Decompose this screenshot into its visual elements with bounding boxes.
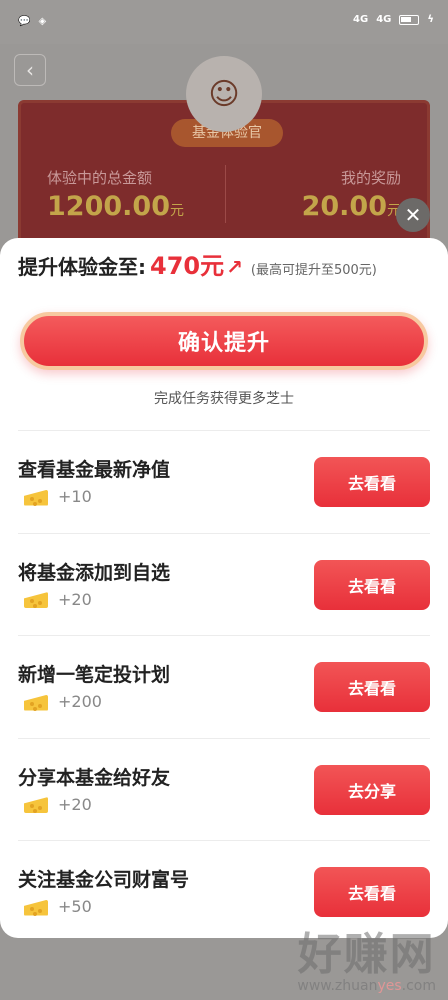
headline-label: 提升体验金至: <box>18 255 146 279</box>
total-amount-value: 1200.00元 <box>47 191 184 222</box>
task-action-button[interactable]: 去分享 <box>314 764 430 815</box>
cheese-icon <box>24 795 48 813</box>
task-hint: 完成任务获得更多芝士 <box>154 391 294 407</box>
task-item: 查看基金最新净值 +10 去看看 <box>18 430 430 533</box>
task-action-button[interactable]: 去看看 <box>314 457 430 507</box>
reward-value: 20.00元 <box>301 191 401 222</box>
task-reward: +50 <box>24 897 92 916</box>
watermark-title: 好赚网 <box>297 929 436 980</box>
task-item: 新增一笔定投计划 +200 去看看 <box>18 635 430 738</box>
task-action-button[interactable]: 去看看 <box>314 559 430 610</box>
network-indicator-1: 4G <box>353 14 369 25</box>
cheese-icon <box>24 693 48 711</box>
total-amount-label: 体验中的总金额 <box>47 169 153 187</box>
task-title: 查看基金最新净值 <box>18 459 171 481</box>
task-list: 查看基金最新净值 +10 去看看 将基金添加到自选 +20 去看看 新增一笔定投… <box>18 430 430 943</box>
boost-sheet: 提升体验金至: 470元 ↗ (最高可提升至500元) 确认提升 完成任务获得更… <box>0 238 448 938</box>
task-reward: +20 <box>24 590 92 609</box>
headline-note: (最高可提升至500元) <box>250 263 377 278</box>
arrow-up-icon: ↗ <box>226 255 243 279</box>
layers-icon: ◈ <box>38 16 47 27</box>
task-title: 关注基金公司财富号 <box>18 869 190 891</box>
task-reward: +20 <box>24 795 92 814</box>
mascot-icon: ☺ <box>208 76 240 112</box>
close-button[interactable]: ✕ <box>396 198 430 232</box>
task-points: +200 <box>58 692 102 711</box>
cheese-icon <box>24 590 48 608</box>
task-action-button[interactable]: 去看看 <box>314 867 430 917</box>
charging-icon: ϟ <box>427 14 434 25</box>
cheese-icon <box>24 488 48 506</box>
task-points: +50 <box>58 897 92 916</box>
back-button[interactable]: ‹ <box>14 54 46 86</box>
mascot-avatar: ☺ <box>186 56 262 132</box>
confirm-boost-button[interactable]: 确认提升 <box>20 312 428 370</box>
headline: 提升体验金至: 470元 ↗ (最高可提升至500元) <box>18 246 377 281</box>
watermark: 好赚网 www.zhuanyes.com <box>297 918 436 994</box>
chevron-left-icon: ‹ <box>26 58 34 82</box>
task-points: +20 <box>58 589 92 609</box>
task-title: 新增一笔定投计划 <box>18 664 171 686</box>
task-reward: +10 <box>24 487 92 506</box>
task-points: +10 <box>58 487 92 506</box>
task-title: 将基金添加到自选 <box>18 561 171 584</box>
task-action-button[interactable]: 去看看 <box>314 662 430 712</box>
status-bar: 💬 ◈ 4G 4G ϟ <box>0 0 448 44</box>
divider <box>225 165 226 223</box>
reward-label: 我的奖励 <box>340 169 401 187</box>
task-reward: +200 <box>24 692 102 711</box>
close-icon: ✕ <box>404 203 422 227</box>
task-item: 将基金添加到自选 +20 去看看 <box>18 532 430 636</box>
battery-icon <box>399 14 420 25</box>
task-item: 分享本基金给好友 +20 去分享 <box>18 737 430 841</box>
network-indicator-2: 4G <box>376 14 392 25</box>
chat-icon: 💬 <box>18 16 31 27</box>
task-title: 分享本基金给好友 <box>18 766 171 789</box>
cheese-icon <box>24 898 48 916</box>
task-points: +20 <box>58 794 92 814</box>
headline-value: 470元 <box>150 252 225 280</box>
watermark-url: www.zhuanyes.com <box>297 978 436 994</box>
